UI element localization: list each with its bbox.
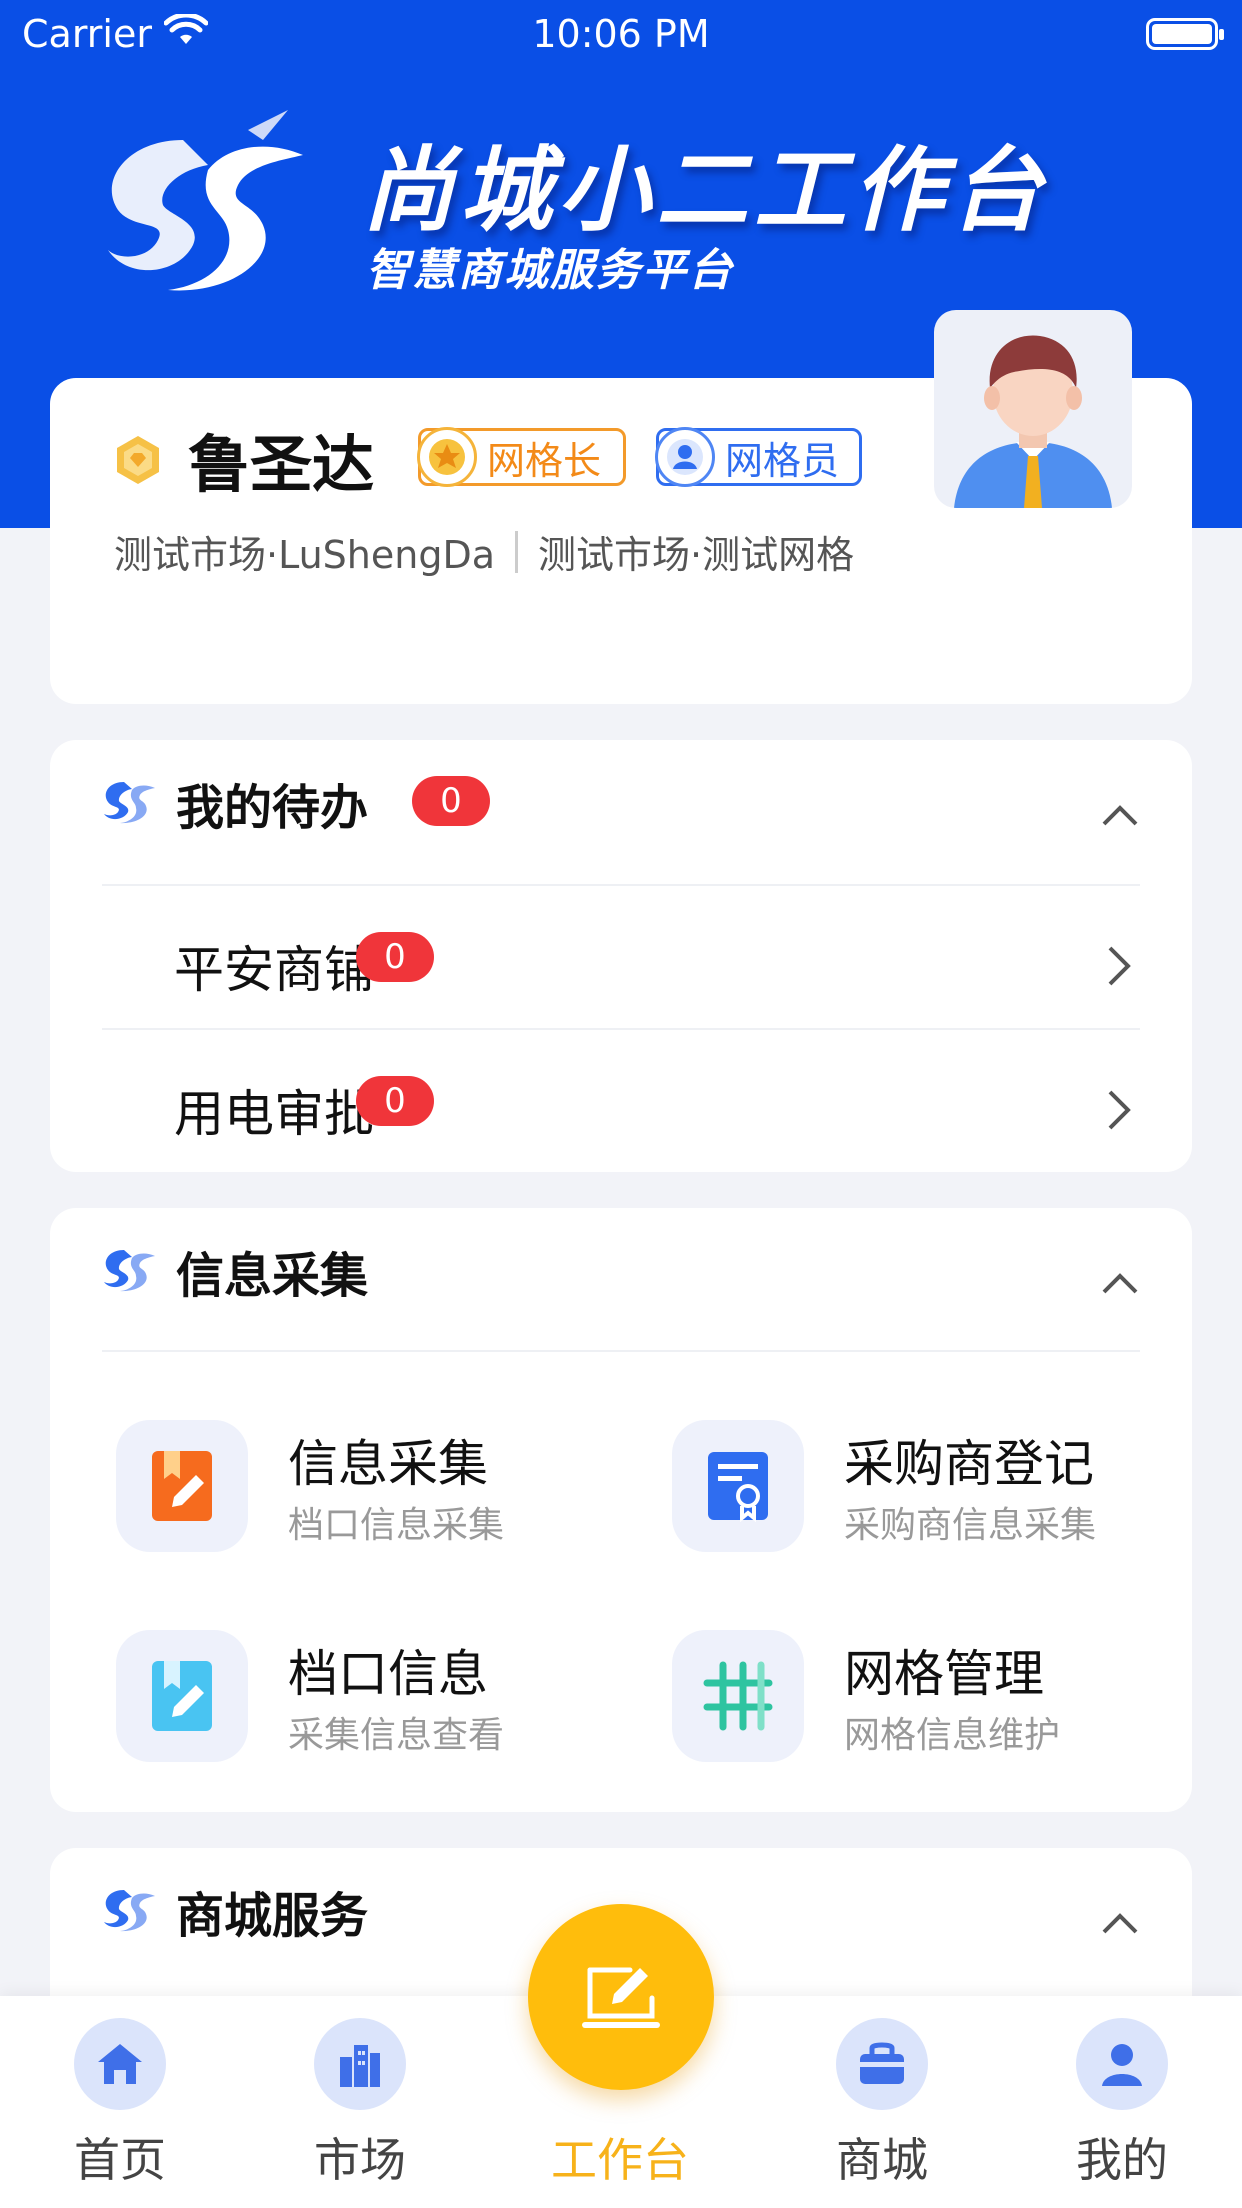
section-title: 我的待办 bbox=[176, 780, 369, 836]
role-label: 网格长 bbox=[487, 438, 602, 483]
tile-title: 采购商登记 bbox=[844, 1435, 1094, 1493]
list-item[interactable]: 平安商铺 0 bbox=[102, 884, 1140, 1028]
clock: 10:06 PM bbox=[532, 12, 710, 56]
tab-label: 首页 bbox=[74, 2133, 166, 2187]
count-badge: 0 bbox=[356, 1076, 434, 1126]
todo-header[interactable]: 我的待办 0 bbox=[50, 740, 1192, 882]
role-badge-grid-member: 网格员 bbox=[655, 427, 862, 487]
tab-market[interactable]: 市场 bbox=[270, 1996, 450, 2208]
tile-grid-management[interactable]: 网格管理 网格信息维护 bbox=[672, 1630, 1192, 1770]
list-item[interactable]: 用电审批 0 bbox=[102, 1028, 1140, 1172]
tab-mall[interactable]: 商城 bbox=[792, 1996, 972, 2208]
edit-doc-icon bbox=[116, 1420, 248, 1552]
tile-info-collection[interactable]: 信息采集 档口信息采集 bbox=[116, 1420, 636, 1560]
count-badge: 0 bbox=[356, 932, 434, 982]
count-badge: 0 bbox=[412, 776, 490, 826]
role-badge-grid-leader: 网格长 bbox=[417, 427, 626, 487]
tab-label: 商城 bbox=[836, 2133, 928, 2187]
certificate-icon bbox=[672, 1420, 804, 1552]
section-title: 信息采集 bbox=[176, 1248, 369, 1304]
list-item-label: 用电审批 bbox=[174, 1085, 374, 1143]
section-logo-icon bbox=[104, 782, 155, 824]
tile-buyer-registration[interactable]: 采购商登记 采购商信息采集 bbox=[672, 1420, 1192, 1560]
avatar-icon bbox=[954, 335, 1112, 508]
battery-icon bbox=[1146, 18, 1224, 50]
grid-icon bbox=[672, 1630, 804, 1762]
chevron-up-icon[interactable] bbox=[1100, 1264, 1140, 1304]
chevron-right-icon bbox=[1108, 946, 1131, 986]
brand-logo-icon bbox=[108, 110, 303, 291]
tab-label: 市场 bbox=[314, 2133, 406, 2187]
role-label: 网格员 bbox=[725, 438, 840, 483]
list-item-label: 平安商铺 bbox=[174, 941, 374, 999]
shop-bag-icon bbox=[836, 2018, 928, 2110]
tile-subtitle: 档口信息采集 bbox=[288, 1505, 505, 1546]
profile-info: 测试市场·LuShengDa 测试市场·测试网格 bbox=[114, 524, 854, 579]
section-title: 商城服务 bbox=[176, 1888, 369, 1944]
tile-subtitle: 采集信息查看 bbox=[288, 1715, 505, 1756]
market-user: 测试市场·LuShengDa bbox=[114, 533, 496, 577]
bookmark-edit-icon bbox=[116, 1630, 248, 1762]
section-logo-icon bbox=[104, 1250, 155, 1292]
workbench-fab-button[interactable] bbox=[528, 1904, 714, 2090]
info-collection-card: 信息采集 信息采集 档口信息采集 采购商登记 采购商信息采集 档口信息 采集信息… bbox=[50, 1208, 1192, 1812]
tile-title: 档口信息 bbox=[288, 1645, 488, 1703]
edit-icon bbox=[582, 1967, 660, 2028]
todo-card: 我的待办 0 平安商铺 0 用电审批 0 bbox=[50, 740, 1192, 1172]
chevron-up-icon[interactable] bbox=[1100, 796, 1140, 836]
tile-subtitle: 网格信息维护 bbox=[844, 1715, 1061, 1756]
tab-label: 我的 bbox=[1076, 2133, 1168, 2187]
buildings-icon bbox=[314, 2018, 406, 2110]
chevron-right-icon bbox=[1108, 1090, 1131, 1130]
user-name: 鲁圣达 bbox=[188, 428, 375, 501]
collect-header[interactable]: 信息采集 bbox=[50, 1208, 1192, 1350]
brand-subtitle: 智慧商城服务平台 bbox=[366, 245, 734, 296]
section-logo-icon bbox=[104, 1890, 155, 1932]
tab-label: 工作台 bbox=[551, 2133, 689, 2187]
tile-subtitle: 采购商信息采集 bbox=[844, 1505, 1097, 1546]
medal-icon bbox=[117, 436, 159, 484]
tab-profile[interactable]: 我的 bbox=[1032, 1996, 1212, 2208]
market-grid: 测试市场·测试网格 bbox=[538, 533, 855, 577]
brand-title: 尚城小二工作台 bbox=[362, 137, 1049, 244]
avatar[interactable] bbox=[934, 310, 1132, 508]
divider bbox=[102, 1350, 1140, 1352]
tile-stall-info[interactable]: 档口信息 采集信息查看 bbox=[116, 1630, 636, 1770]
person-icon bbox=[655, 427, 715, 487]
chevron-up-icon[interactable] bbox=[1100, 1904, 1140, 1944]
star-icon bbox=[417, 427, 477, 487]
status-bar: Carrier 10:06 PM bbox=[0, 0, 1242, 68]
divider bbox=[515, 530, 519, 573]
tile-title: 信息采集 bbox=[288, 1435, 488, 1493]
home-icon bbox=[74, 2018, 166, 2110]
user-icon bbox=[1076, 2018, 1168, 2110]
tab-home[interactable]: 首页 bbox=[30, 1996, 210, 2208]
tile-title: 网格管理 bbox=[844, 1645, 1044, 1703]
